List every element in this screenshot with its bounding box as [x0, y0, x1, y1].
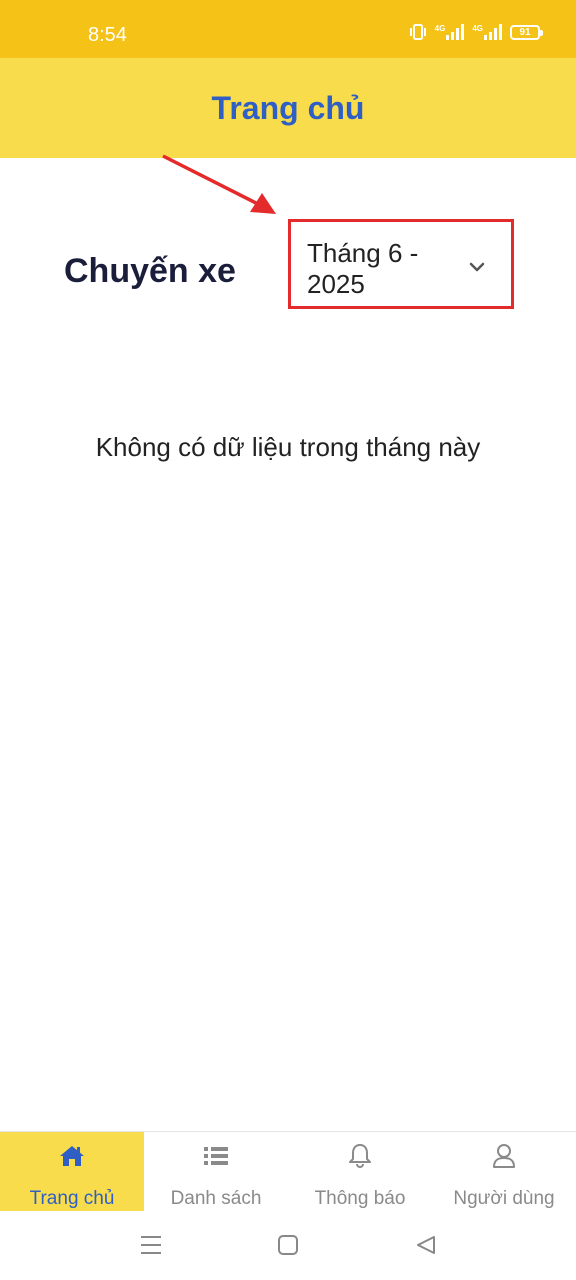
home-button-icon[interactable]: [278, 1235, 298, 1260]
network-type-2: 4G: [472, 24, 483, 33]
nav-item-list[interactable]: Danh sách: [144, 1132, 288, 1211]
network-type-1: 4G: [434, 24, 446, 33]
list-icon: [203, 1142, 229, 1170]
nav-label-list: Danh sách: [170, 1188, 262, 1209]
nav-item-user[interactable]: Người dùng: [432, 1132, 576, 1211]
nav-item-notifications[interactable]: Thông báo: [288, 1132, 432, 1211]
vibrate-icon: [409, 24, 427, 40]
menu-icon[interactable]: [140, 1235, 162, 1260]
signal-icon-2: 4G: [472, 24, 502, 40]
signal-icon-1: 4G: [435, 24, 465, 40]
nav-label-notifications: Thông báo: [314, 1188, 406, 1209]
page-title: Trang chủ: [211, 89, 365, 126]
system-nav-bar: [0, 1211, 576, 1280]
section-title: Chuyến xe: [64, 252, 236, 290]
user-icon: [492, 1142, 516, 1170]
home-icon: [58, 1142, 86, 1170]
status-bar: 8:54 4G 4G 91: [0, 0, 576, 58]
nav-label-user: Người dùng: [453, 1188, 555, 1209]
app-header: Trang chủ: [0, 58, 576, 158]
status-time: 8:54: [88, 24, 127, 46]
nav-label-home: Trang chủ: [29, 1188, 115, 1209]
month-select-value: Tháng 6 - 2025: [307, 238, 419, 299]
back-icon[interactable]: [416, 1235, 436, 1260]
empty-message: Không có dữ liệu trong tháng này: [95, 432, 481, 462]
chevron-down-icon: [469, 259, 485, 277]
nav-item-home[interactable]: Trang chủ: [0, 1132, 144, 1211]
status-icons: 4G 4G 91: [409, 24, 543, 40]
bell-icon: [348, 1142, 372, 1170]
month-select[interactable]: Tháng 6 - 2025: [288, 219, 514, 309]
bottom-nav: Trang chủ Danh sách Thông báo Người dùng: [0, 1131, 576, 1211]
battery-icon: 91: [510, 24, 543, 40]
